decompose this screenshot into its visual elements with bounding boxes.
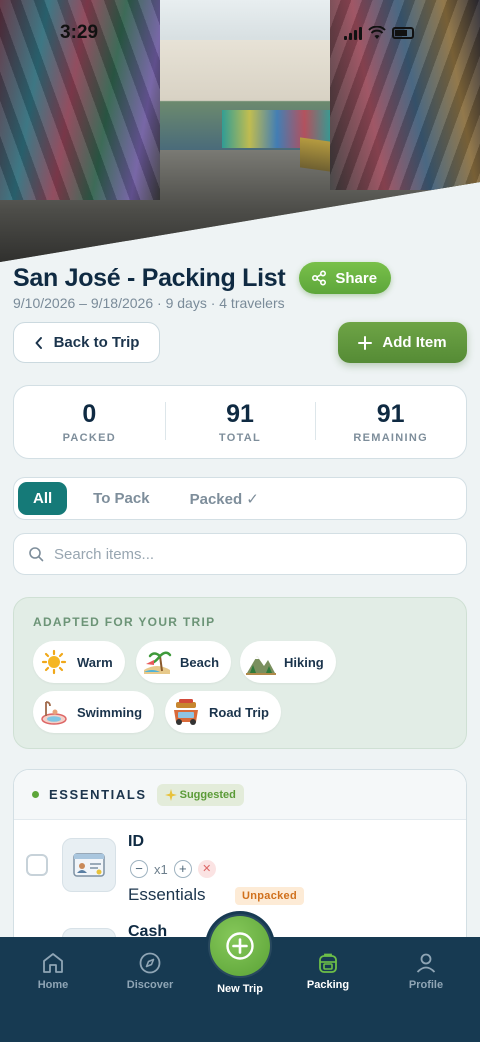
home-icon (13, 949, 93, 977)
new-trip-label: New Trip (217, 983, 263, 995)
adapted-title: ADAPTED FOR YOUR TRIP (33, 615, 216, 629)
category-name: ESSENTIALS (49, 787, 147, 802)
quantity-stepper: − x1 + ✕ (130, 860, 216, 878)
stat-label: PACKED (62, 432, 117, 444)
sun-icon (39, 647, 69, 677)
chip-label: Road Trip (209, 704, 269, 720)
remove-item-button[interactable]: ✕ (197, 860, 216, 878)
compass-icon (110, 949, 190, 977)
nav-discover[interactable]: Discover (110, 949, 190, 991)
mountain-icon (246, 647, 276, 677)
stat-label: TOTAL (218, 432, 262, 444)
battery-icon (392, 27, 414, 39)
item-checkbox[interactable] (26, 854, 48, 876)
chip-swimming[interactable]: Swimming (33, 691, 155, 733)
search-icon (29, 547, 44, 562)
page-title: San José - Packing List (13, 263, 286, 292)
category-header[interactable]: ESSENTIALS Suggested (14, 770, 466, 820)
chip-label: Beach (180, 654, 220, 670)
tab-packed[interactable]: Packed ✓ (176, 482, 273, 515)
beach-icon (142, 647, 172, 677)
status-badge: Unpacked (235, 887, 304, 905)
plus-circle-icon (226, 932, 254, 960)
sparkle-icon (164, 788, 177, 801)
backpack-icon (288, 949, 368, 977)
add-label: Add Item (382, 334, 447, 351)
nav-profile[interactable]: Profile (386, 949, 466, 991)
search-bar (13, 533, 467, 575)
decrease-button[interactable]: − (130, 860, 148, 878)
chip-label: Swimming (77, 704, 143, 720)
stat-label: REMAINING (353, 432, 428, 444)
back-to-trip-button[interactable]: Back to Trip (13, 322, 160, 363)
share-label: Share (335, 269, 378, 287)
stat-packed: 0 PACKED (14, 400, 165, 444)
stat-remaining: 91 REMAINING (315, 400, 466, 444)
chevron-left-icon (35, 336, 42, 349)
nav-label: Home (37, 979, 69, 991)
item-category: Essentials (128, 885, 206, 904)
suggested-badge: Suggested (156, 783, 244, 806)
search-input[interactable] (54, 545, 434, 563)
chip-label: Hiking (284, 654, 324, 670)
stat-value: 91 (226, 400, 254, 428)
chip-label: Warm (77, 654, 113, 670)
plus-icon (358, 335, 373, 350)
stat-value: 0 (82, 400, 97, 428)
wifi-icon (368, 26, 386, 39)
trip-subtitle: 9/10/2026 – 9/18/2026 · 9 days · 4 trave… (13, 295, 285, 311)
stat-total: 91 TOTAL (164, 400, 316, 444)
profile-icon (386, 949, 466, 977)
share-button[interactable]: Share (299, 262, 392, 294)
category-dot (32, 791, 39, 798)
chip-road-trip[interactable]: Road Trip (165, 691, 281, 733)
nav-label: Profile (408, 979, 444, 991)
tab-all[interactable]: All (18, 482, 68, 515)
swimming-icon (39, 697, 69, 727)
status-time: 3:29 (60, 22, 99, 43)
suggested-label: Suggested (179, 788, 236, 801)
share-icon (312, 270, 327, 286)
chip-beach[interactable]: Beach (136, 641, 232, 683)
list-item: ID − x1 + ✕ Essentials Unpacked (14, 820, 466, 910)
item-name: ID (128, 833, 144, 850)
status-bar: 3:29 (0, 22, 480, 50)
stat-value: 91 (376, 400, 405, 428)
tab-to-pack[interactable]: To Pack (79, 482, 163, 515)
signal-icon (344, 26, 362, 40)
packing-stats: 0 PACKED 91 TOTAL 91 REMAINING (13, 385, 467, 459)
back-label: Back to Trip (53, 334, 140, 351)
adapted-for-trip-panel: ADAPTED FOR YOUR TRIP Warm Beach Hiking … (13, 597, 467, 749)
add-item-button[interactable]: Add Item (338, 322, 467, 363)
new-trip-button[interactable] (210, 916, 270, 976)
chip-hiking[interactable]: Hiking (240, 641, 336, 683)
quantity-value: x1 (154, 861, 168, 877)
road-trip-icon (171, 697, 201, 727)
nav-home[interactable]: Home (13, 949, 93, 991)
nav-label: Packing (306, 979, 350, 991)
increase-button[interactable]: + (173, 860, 192, 878)
nav-label: Discover (126, 979, 174, 991)
chip-warm[interactable]: Warm (33, 641, 125, 683)
nav-packing[interactable]: Packing (288, 949, 368, 991)
filter-tabs: All To Pack Packed ✓ (13, 477, 467, 520)
id-card-icon (62, 838, 116, 892)
